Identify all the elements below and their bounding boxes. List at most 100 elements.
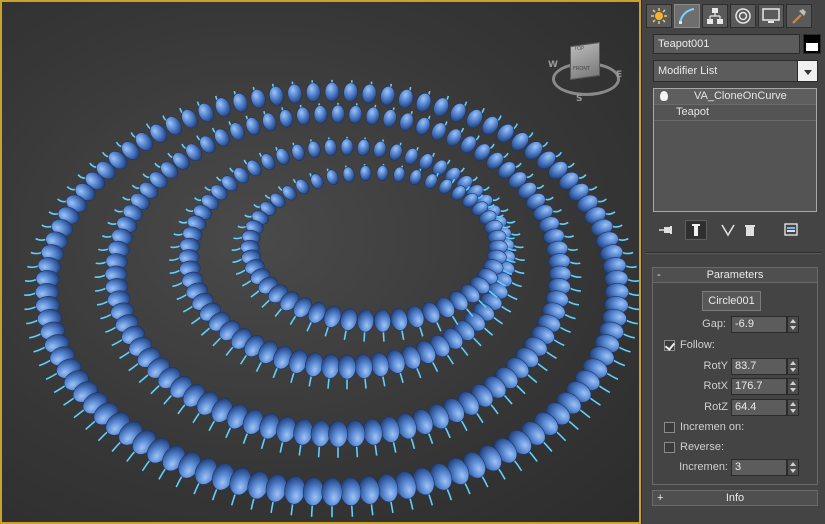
reverse-label: Reverse: [680, 441, 725, 453]
spinner-arrows-icon[interactable] [787, 378, 799, 395]
gap-spinner[interactable]: -6.9 [731, 316, 801, 333]
parameters-rollout-header[interactable]: - Parameters [652, 267, 818, 283]
info-rollout-header[interactable]: + Info [652, 490, 818, 506]
spinner-arrows-icon[interactable] [787, 358, 799, 375]
end-result-icon [692, 224, 700, 236]
teapot-clone [307, 140, 321, 158]
viewcube-front-label: FRONT [573, 66, 591, 72]
teapot-clone [326, 169, 339, 186]
remove-modifier-button[interactable] [739, 220, 761, 240]
rotz-spinner[interactable]: 64.4 [731, 399, 801, 416]
teapot-clone [310, 420, 331, 447]
stack-item-teapot[interactable]: Teapot [654, 105, 816, 121]
teapot-clone [321, 477, 343, 507]
teapot-clone [389, 143, 403, 161]
show-end-result-button[interactable] [685, 220, 707, 240]
increment-value[interactable]: 3 [731, 459, 787, 476]
teapot-clone [324, 82, 340, 102]
increment-on-checkbox[interactable] [664, 422, 675, 433]
teapot-clone [287, 83, 303, 104]
teapot-clone [296, 106, 311, 126]
rotx-label: RotX [703, 380, 728, 392]
motion-icon [735, 8, 751, 24]
increment-spinner[interactable]: 3 [731, 459, 801, 476]
teapot-clone [340, 308, 358, 331]
curve-pick-button[interactable]: Circle001 [702, 291, 761, 311]
roty-value[interactable]: 83.7 [731, 358, 787, 375]
stack-item-label: VA_CloneOnCurve [694, 90, 787, 102]
stack-toolbar [653, 220, 817, 240]
command-panel: Teapot001 Modifier List VA_CloneOnCurve … [641, 0, 825, 524]
create-tab[interactable] [646, 4, 672, 28]
teapot-clone [373, 140, 387, 158]
pin-icon [659, 226, 672, 234]
display-tab[interactable] [758, 4, 784, 28]
spinner-arrows-icon[interactable] [787, 399, 799, 416]
pin-stack-button[interactable] [655, 220, 677, 240]
viewcube[interactable]: TOP FRONT W E S [546, 38, 626, 108]
monitor-icon [762, 8, 780, 23]
sun-icon [651, 8, 667, 24]
teapot-clone [357, 309, 375, 333]
follow-checkbox[interactable] [664, 340, 675, 351]
utilities-tab[interactable] [786, 4, 812, 28]
chevron-down-icon[interactable] [797, 60, 818, 82]
rotz-value[interactable]: 64.4 [731, 399, 787, 416]
teapot-clone [343, 82, 358, 103]
teapot-clone [345, 420, 366, 447]
info-title: Info [725, 492, 745, 504]
spinner-arrows-icon[interactable] [787, 459, 799, 476]
viewport-perspective[interactable]: TOP FRONT W E S [0, 0, 641, 524]
teapot-clone [268, 86, 284, 106]
viewcube-south-label: S [576, 94, 583, 104]
teapot-clone [359, 165, 372, 182]
rotx-spinner[interactable]: 176.7 [731, 378, 801, 395]
curve-icon [679, 8, 695, 24]
teapot-clone [354, 353, 373, 379]
make-unique-button[interactable] [717, 220, 739, 240]
trash-icon [745, 225, 755, 236]
teapot-clone [373, 309, 391, 333]
teapot-clone [306, 82, 321, 103]
follow-label: Follow: [680, 339, 715, 351]
parameters-title: Parameters [706, 269, 764, 281]
spinner-arrows-icon[interactable] [787, 316, 799, 333]
gap-value[interactable]: -6.9 [731, 316, 787, 333]
object-name-field[interactable]: Teapot001 [653, 34, 800, 54]
teapot-clone [250, 89, 266, 109]
increment-label: Incremen: [679, 461, 728, 473]
teapot-clone [365, 106, 380, 126]
viewcube-west-label: W [548, 60, 558, 70]
object-color-swatch[interactable] [803, 34, 821, 54]
teapot-clone [324, 139, 337, 157]
reverse-checkbox[interactable] [664, 442, 675, 453]
increment-on-label: Incremen on: [680, 421, 745, 433]
modifier-list-dropdown[interactable]: Modifier List [653, 60, 818, 82]
teapot-clone [409, 169, 422, 186]
viewcube-top-label: TOP [574, 46, 585, 52]
teapot-clone [361, 83, 377, 104]
motion-tab[interactable] [730, 4, 756, 28]
hierarchy-tab[interactable] [702, 4, 728, 28]
roty-label: RotY [703, 360, 728, 372]
make-unique-icon [721, 224, 735, 237]
rotx-value[interactable]: 176.7 [731, 378, 787, 395]
teapot-clone [215, 97, 231, 117]
teapot-clone [331, 104, 345, 124]
modify-tab[interactable] [674, 4, 700, 28]
teapot-clone [393, 166, 406, 183]
lightbulb-icon[interactable] [660, 91, 668, 101]
teapot-clone [313, 105, 328, 124]
teapot-clone [337, 354, 357, 380]
modifier-stack[interactable]: VA_CloneOnCurve Teapot [653, 88, 817, 212]
teapot-clone [433, 97, 449, 117]
configure-sets-icon [784, 223, 798, 236]
teapot-clone [262, 112, 277, 131]
configure-modifier-sets-button[interactable] [781, 220, 803, 240]
stack-item-label: Teapot [676, 106, 710, 118]
teapot-clone [342, 166, 355, 183]
teapot-clone [232, 92, 249, 113]
roty-spinner[interactable]: 83.7 [731, 358, 801, 375]
hierarchy-icon [707, 8, 723, 24]
stack-item-va-cloneoncurve[interactable]: VA_CloneOnCurve [654, 89, 816, 105]
